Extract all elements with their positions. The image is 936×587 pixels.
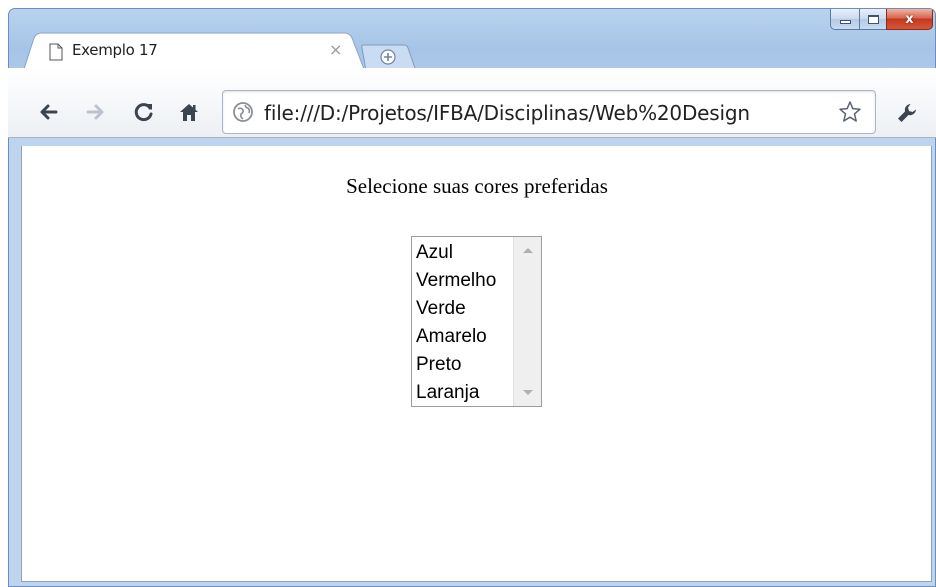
- listbox-options: Azul Vermelho Verde Amarelo Preto Laranj…: [416, 239, 516, 406]
- minimize-icon: [839, 20, 851, 24]
- bookmark-star-icon[interactable]: [838, 100, 862, 124]
- list-option-verde[interactable]: Verde: [416, 295, 516, 323]
- scroll-down-arrow-icon[interactable]: [523, 390, 533, 395]
- list-option-vermelho[interactable]: Vermelho: [416, 267, 516, 295]
- wrench-icon[interactable]: [895, 101, 919, 125]
- close-icon: x: [905, 11, 914, 27]
- minimize-button[interactable]: [830, 9, 859, 30]
- maximize-icon: [867, 14, 879, 24]
- home-icon[interactable]: [178, 101, 200, 123]
- list-option-azul[interactable]: Azul: [416, 239, 516, 267]
- scroll-up-arrow-icon[interactable]: [523, 248, 533, 253]
- maximize-button[interactable]: [859, 9, 886, 30]
- page-icon: [49, 43, 63, 61]
- screen-top-margin: [0, 0, 936, 8]
- listbox-scrollbar[interactable]: [513, 237, 541, 406]
- reload-icon[interactable]: [133, 101, 155, 123]
- list-option-laranja[interactable]: Laranja: [416, 379, 516, 406]
- plus-icon: [380, 49, 396, 65]
- list-option-preto[interactable]: Preto: [416, 351, 516, 379]
- tab-title: Exemplo 17: [72, 41, 158, 59]
- close-window-button[interactable]: x: [886, 9, 933, 30]
- window-controls: x: [830, 9, 933, 30]
- list-option-amarelo[interactable]: Amarelo: [416, 323, 516, 351]
- forward-arrow-icon[interactable]: [85, 101, 107, 123]
- color-listbox[interactable]: Azul Vermelho Verde Amarelo Preto Laranj…: [411, 236, 542, 407]
- page-heading: Selecione suas cores preferidas: [346, 174, 608, 198]
- address-input[interactable]: file:///D:/Projetos/IFBA/Disciplinas/Web…: [264, 99, 834, 127]
- tab-content: Exemplo 17 ×: [24, 32, 364, 69]
- tab-close-button[interactable]: ×: [329, 40, 342, 59]
- back-arrow-icon[interactable]: [37, 101, 59, 123]
- globe-icon: [233, 102, 253, 122]
